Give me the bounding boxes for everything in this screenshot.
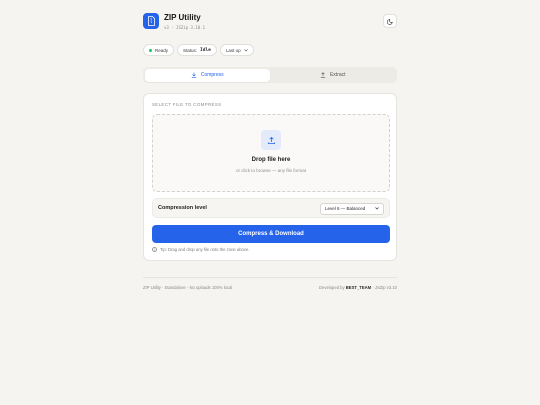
mode-tabs: Compress Extract [143,67,397,83]
footer-team-link[interactable]: BEST_TEAM [346,285,371,290]
tab-extract[interactable]: Extract [270,69,396,82]
app-version: v3 [164,25,169,30]
download-icon [191,72,197,78]
last-op-label: Last op [225,47,241,53]
footer-left-text: ZIP Utility · Standalone · No uploads 10… [143,285,233,290]
tab-compress-label: Compress [200,72,224,78]
app-version-line: v3 · JSZip 3.10.1 [164,25,205,30]
footer-credits: Developed by BEST_TEAM · JSZip v3.10 [319,285,397,290]
compression-level-value: Level 6 — Balanced [325,206,366,211]
footer-divider [143,277,397,278]
upload-icon [261,130,281,150]
status-value: Idle [200,47,211,53]
app-header: ZIP Utility v3 · JSZip 3.10.1 [143,12,397,34]
status-badge: Status: Idle [177,44,217,56]
section-label: SELECT FILE TO COMPRESS [152,102,222,107]
chevron-down-icon [375,207,379,210]
ready-badge: Ready [143,44,175,56]
app-title: ZIP Utility [164,13,201,22]
version-separator: · [171,25,174,30]
tip-text: Tip: Drag and drop any file onto the zon… [160,247,250,252]
file-drop-zone[interactable]: Drop file here or click to browse — any … [152,114,390,192]
compression-level-label: Compression level [158,205,207,211]
tab-extract-label: Extract [329,72,346,78]
footer-engine: · JSZip v3.10 [372,285,397,290]
status-prefix: Status: [183,47,198,53]
compress-download-button[interactable]: Compress & Download [152,225,390,243]
engine-version: JSZip 3.10.1 [176,25,205,30]
ready-dot-icon [149,48,152,52]
info-icon: i [152,247,157,252]
compress-panel: SELECT FILE TO COMPRESS Drop file here o… [143,93,397,261]
compression-level-select[interactable]: Level 6 — Balanced [320,202,384,215]
tab-compress[interactable]: Compress [144,68,270,82]
chevron-down-icon [243,48,248,51]
upload-icon [320,72,326,78]
moon-icon [386,18,393,25]
tip-line: i Tip: Drag and drop any file onto the z… [152,247,249,252]
last-op-dropdown[interactable]: Last op [219,44,254,56]
drop-hint: or click to browse — any file format [235,168,307,173]
drop-title: Drop file here [251,157,291,163]
compression-level-row: Compression level Level 6 — Balanced [152,198,390,218]
zip-file-icon [143,13,159,29]
footer-developed-by: Developed by [319,285,345,290]
status-bar: Ready Status: Idle Last op [143,44,254,56]
theme-toggle-button[interactable] [383,14,397,28]
ready-label: Ready [155,47,169,53]
